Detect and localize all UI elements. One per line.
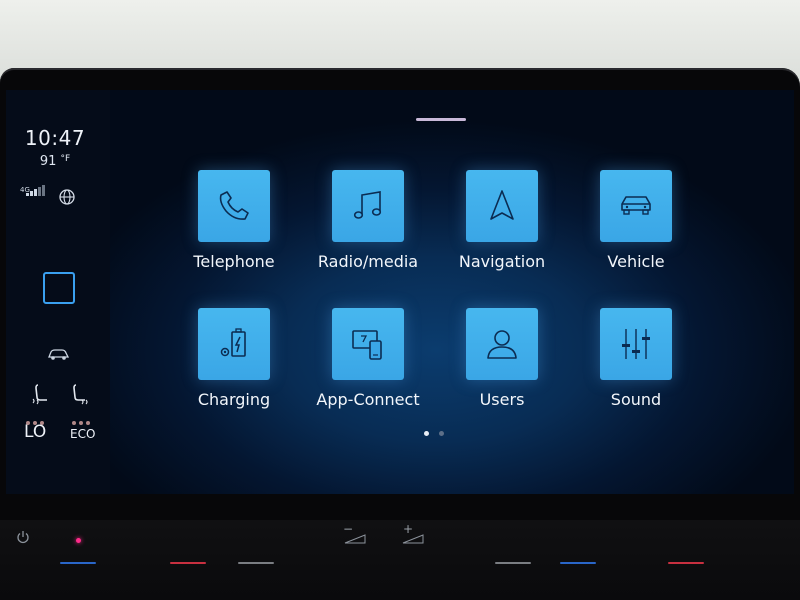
outside-temperature: 91 °F [22,154,88,169]
sound-tile[interactable] [600,308,672,380]
temperature-unit: °F [60,154,71,164]
status-sidebar: 10:47 91 °F 4G LO ECO [6,90,110,494]
app-radio-media[interactable]: Radio/media [301,170,435,300]
volume-up-icon[interactable] [402,534,424,544]
volume-down-icon[interactable] [344,534,366,544]
globe-icon[interactable] [58,188,76,206]
phone-mirror-icon [352,330,382,360]
radio-media-tile[interactable] [332,170,404,242]
app-label: Users [479,390,525,409]
app-label: Navigation [458,252,546,271]
telephone-tile[interactable] [198,170,270,242]
seat-heat-right-icon[interactable] [68,382,90,408]
sliders-icon [622,329,650,359]
temp-slider-right-hot[interactable] [668,562,704,564]
climate-left-level[interactable]: LO [24,422,46,442]
music-note-icon [353,191,382,219]
car-icon [621,196,651,215]
indicator-led [76,538,81,543]
seat-heat-left-icon[interactable] [30,382,52,408]
pull-down-handle[interactable] [416,118,466,121]
vehicle-tile[interactable] [600,170,672,242]
car-status-icon[interactable] [46,346,70,362]
navigation-arrow-icon [490,190,514,220]
temp-slider-right-cold[interactable] [560,562,596,564]
app-charging[interactable]: Charging [167,308,301,438]
page-dot[interactable] [439,431,444,436]
app-app-connect[interactable]: App-Connect [301,308,435,438]
app-telephone[interactable]: Telephone [167,170,301,300]
app-label: Radio/media [317,252,419,271]
climate-mode[interactable]: ECO [70,427,95,441]
home-button[interactable] [43,272,75,304]
seat-slider[interactable] [495,562,531,564]
clock: 10:47 [24,126,86,150]
app-label: Sound [610,390,662,409]
app-label: Charging [197,390,271,409]
app-connect-tile[interactable] [332,308,404,380]
user-icon [487,330,517,359]
app-navigation[interactable]: Navigation [435,170,569,300]
charging-tile[interactable] [198,308,270,380]
page-dot-active[interactable] [424,431,429,436]
climate-control-bar: − + [0,520,800,600]
users-tile[interactable] [466,308,538,380]
app-label: App-Connect [316,390,420,409]
phone-icon [219,191,249,220]
app-label: Telephone [193,252,275,271]
navigation-tile[interactable] [466,170,538,242]
app-users[interactable]: Users [435,308,569,438]
app-sound[interactable]: Sound [569,308,703,438]
infotainment-screen: 10:47 91 °F 4G LO ECO Telephone Radio/me… [6,90,794,494]
temperature-value: 91 [39,154,57,169]
power-icon[interactable] [16,530,30,544]
app-vehicle[interactable]: Vehicle [569,170,703,300]
temp-slider-left-hot[interactable] [170,562,206,564]
temp-slider-left-cold[interactable] [60,562,96,564]
fan-slider[interactable] [238,562,274,564]
battery-charging-icon [220,328,246,357]
app-label: Vehicle [607,252,665,271]
